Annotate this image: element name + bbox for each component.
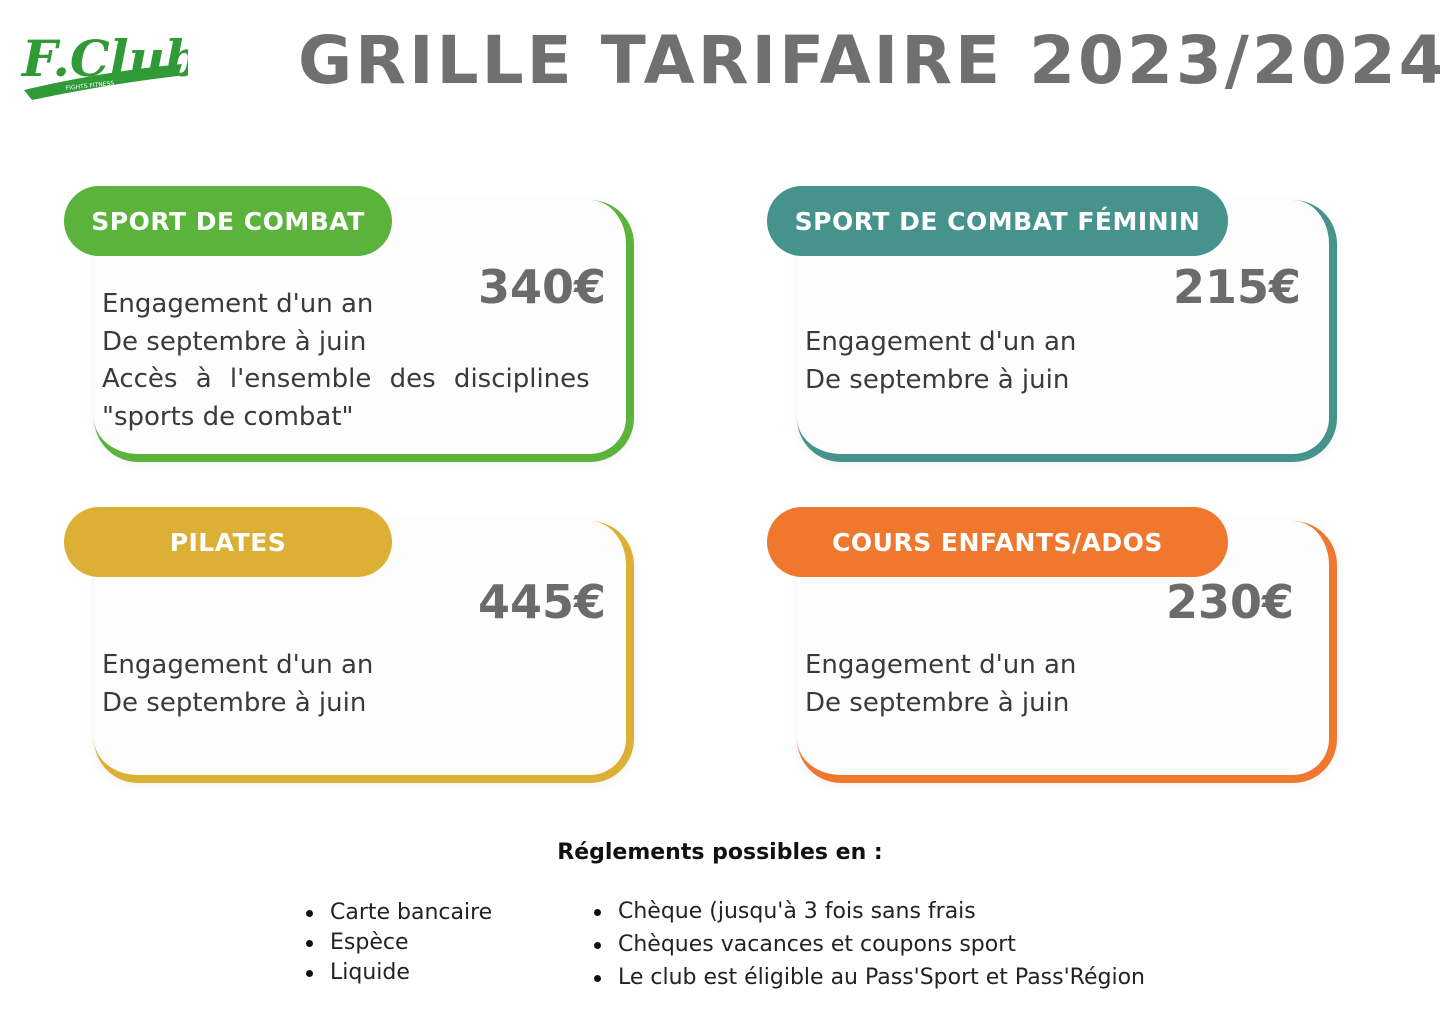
card-details: Engagement d'un an De septembre à juin [805, 324, 1275, 399]
card-detail-line: Engagement d'un an [805, 650, 1077, 680]
payment-methods-left: Carte bancaire Espèce Liquide [304, 898, 492, 988]
payment-method-item: Chèque (jusqu'à 3 fois sans frais [592, 895, 1145, 928]
card-label-pill: SPORT DE COMBAT [64, 186, 392, 256]
card-detail-line: Accès à l'ensemble des disciplines [102, 364, 590, 394]
payment-method-item: Carte bancaire [304, 898, 492, 928]
card-detail-line: Engagement d'un an [805, 327, 1077, 357]
card-pilates: PILATES 445€ Engagement d'un an De septe… [64, 507, 634, 787]
card-sport-de-combat-feminin: SPORT DE COMBAT FÉMININ 215€ Engagement … [767, 186, 1337, 466]
payment-method-item: Chèques vacances et coupons sport [592, 928, 1145, 961]
card-price: 230€ [1166, 575, 1295, 629]
card-detail-line: De septembre à juin [805, 364, 1070, 395]
card-price: 445€ [478, 575, 607, 629]
payment-method-item: Liquide [304, 958, 492, 988]
card-details: Engagement d'un an De septembre à juin [102, 647, 572, 722]
page-title: GRILLE TARIFAIRE 2023/2024 [298, 22, 1440, 99]
card-detail-line: De septembre à juin [102, 326, 367, 357]
fclub-logo-icon: F.Club FIGHTS FITNESS [20, 29, 188, 100]
card-label-pill: SPORT DE COMBAT FÉMININ [767, 186, 1228, 256]
card-details: Engagement d'un an De septembre à juin [805, 647, 1275, 722]
card-cours-enfants-ados: COURS ENFANTS/ADOS 230€ Engagement d'un … [767, 507, 1337, 787]
card-detail-line: Engagement d'un an [102, 289, 374, 319]
payment-method-item: Espèce [304, 928, 492, 958]
card-detail-line: De septembre à juin [805, 687, 1070, 718]
card-label-pill: COURS ENFANTS/ADOS [767, 507, 1228, 577]
card-sport-de-combat: SPORT DE COMBAT 340€ Engagement d'un an … [64, 186, 634, 466]
card-detail-line: "sports de combat" [102, 401, 354, 432]
payment-methods-right: Chèque (jusqu'à 3 fois sans frais Chèque… [592, 895, 1145, 994]
card-detail-line: De septembre à juin [102, 687, 367, 718]
card-detail-line: Engagement d'un an [102, 650, 374, 680]
card-price: 215€ [1173, 260, 1302, 314]
card-label-pill: PILATES [64, 507, 392, 577]
payment-method-item: Le club est éligible au Pass'Sport et Pa… [592, 961, 1145, 994]
card-details: Engagement d'un an De septembre à juin A… [102, 286, 590, 436]
payments-title: Réglements possibles en : [557, 840, 883, 865]
